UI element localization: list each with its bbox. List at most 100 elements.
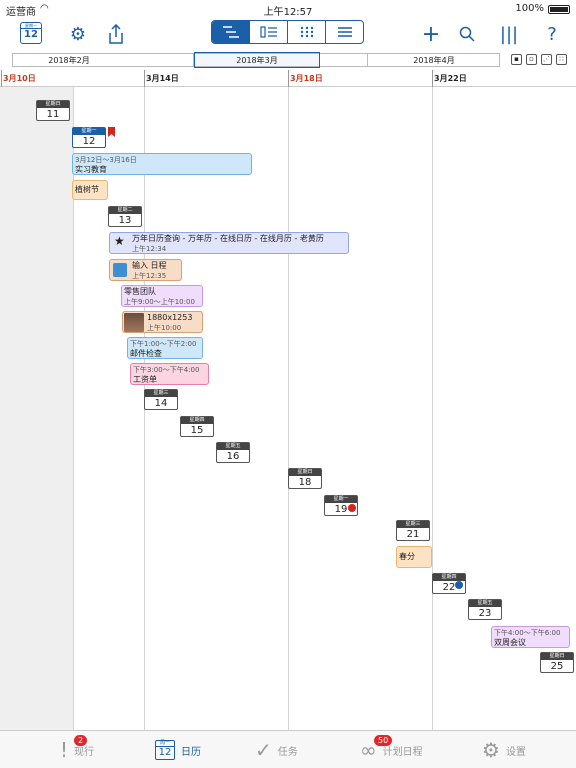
event-date-range: 3月12日～3月16日 [75,156,137,164]
day-number: 18 [298,477,312,488]
day-number: 23 [478,608,492,619]
day-number: 11 [46,109,60,120]
month-feb[interactable]: 2018年2月 [13,55,125,66]
today-button[interactable]: 星期一 12 [20,22,42,44]
event-payroll[interactable]: 下午3:00～下午4:00 工资单 [130,363,209,385]
event-title: 工资单 [133,375,157,384]
calendar-icon: 周一 12 [155,740,175,760]
photo-thumbnail [124,313,144,332]
tab-label: 设置 [505,746,526,758]
day-number: 15 [190,425,204,436]
detail-view-icon[interactable] [250,21,288,43]
event-time: 上午12:35 [132,272,167,280]
day-marker-18[interactable]: 星期日 18 [288,468,322,489]
event-biweekly-meeting[interactable]: 下午4:00～下午6:00 双周会议 [491,626,570,648]
event-time: 上午12:34 [132,245,167,253]
event-internship[interactable]: 3月12日～3月16日 实习教育 [72,153,252,175]
ruler-tick [1,70,2,87]
day-number: 14 [154,398,168,409]
ruler-tick [288,70,289,87]
day-marker-12[interactable]: 星期一 12 [72,127,106,148]
ruler-tick [144,70,145,87]
add-button[interactable]: + [420,22,442,47]
current-badge: 2 [74,735,88,746]
battery-percent: 100% [515,3,544,14]
zoom-1-icon[interactable]: ▪ [511,54,522,65]
event-title: 输入 日程 [132,261,167,270]
event-spring-equinox[interactable]: 春分 [396,546,432,568]
event-retail-team[interactable]: 零售团队 上午9:00～上午10:00 [121,285,203,307]
event-time: 下午4:00～下午6:00 [494,629,561,637]
ruler-label-mar18: 3月18日 [290,74,323,83]
exclamation-icon: ! [60,738,69,762]
event-input-schedule[interactable]: 输入 日程 上午12:35 [109,259,182,281]
event-time: 上午9:00～上午10:00 [124,298,195,306]
share-icon[interactable] [106,22,126,46]
tab-plans[interactable]: ∞ 50 计划日程 [360,735,423,762]
star-icon: ★ [114,234,125,248]
tab-settings[interactable]: ⚙ 设置 [482,738,526,762]
gear-icon[interactable]: ⚙ [68,22,88,46]
day-weekday: 星期一 [73,128,105,135]
day-number: 12 [82,136,96,147]
ruler-label-mar22: 3月22日 [434,74,467,83]
day-weekday: 星期五 [217,443,249,450]
grid-line [432,87,433,730]
event-time: 下午1:00～下午2:00 [130,340,197,348]
day-marker-14[interactable]: 星期三 14 [144,389,178,410]
day-weekday: 星期四 [181,417,213,424]
ruler-tick [432,70,433,87]
timeline-view-icon[interactable] [212,21,250,43]
gear-icon: ⚙ [482,738,500,762]
columns-icon[interactable]: ||| [498,22,520,46]
month-apr[interactable]: 2018年4月 [367,55,501,66]
day-marker-15[interactable]: 星期四 15 [180,416,214,437]
event-calendar-query[interactable]: ★ 万年日历查询 - 万年历 - 在线日历 - 在线月历 - 老黄历 上午12:… [109,232,349,254]
tab-label: 日历 [181,746,201,758]
event-title: 春分 [399,552,415,561]
day-number: 25 [550,661,564,672]
day-number: 21 [406,529,420,540]
event-time: 上午10:00 [147,324,182,332]
ruler-label-mar14: 3月14日 [146,74,179,83]
tab-label: 任务 [277,746,298,758]
day-weekday: 星期日 [37,101,69,108]
tab-calendar[interactable]: 周一 12 日历 [155,739,201,761]
event-photo[interactable]: 1880x1253 上午10:00 [122,311,203,333]
event-title: 双周会议 [494,638,526,647]
day-weekday: 星期日 [541,653,573,660]
zoom-4-icon[interactable]: ∷ [556,54,567,65]
month-mar[interactable]: 2018年3月 [194,55,320,66]
day-marker-25[interactable]: 星期日 25 [540,652,574,673]
zoom-2-icon[interactable]: ▫ [526,54,537,65]
help-button[interactable]: ? [542,22,562,46]
day-marker-11[interactable]: 星期日 11 [36,100,70,121]
event-time: 下午3:00～下午4:00 [133,366,200,374]
day-marker-23[interactable]: 星期五 23 [468,599,502,620]
day-weekday: 星期五 [469,600,501,607]
month-navigator[interactable]: 2018年2月 2018年3月 2018年4月 [12,52,501,68]
timeline-grid[interactable]: 星期日 11 星期一 12 3月12日～3月16日 实习教育 植树节 星期二 1… [0,87,576,730]
checkmark-icon: ✓ [255,738,272,762]
grid-line [288,87,289,730]
event-arbor-day[interactable]: 植树节 [72,180,108,200]
event-title: 邮件检查 [130,349,162,358]
day-weekday: 星期二 [109,207,141,214]
day-marker-21[interactable]: 星期三 21 [396,520,430,541]
view-mode-segmented [211,20,364,44]
search-icon[interactable] [456,22,478,46]
past-shade [0,87,73,730]
event-dot-blue [455,581,463,589]
list-view-icon[interactable] [326,21,363,43]
grid-view-icon[interactable] [288,21,326,43]
tab-current[interactable]: ! 2 现行 [60,735,94,762]
day-number: 16 [226,451,240,462]
day-marker-16[interactable]: 星期五 16 [216,442,250,463]
day-number: 13 [118,215,132,226]
tab-bar: ! 2 现行 周一 12 日历 ✓ 任务 ∞ 50 计划日程 ⚙ 设置 [0,730,576,768]
tab-tasks[interactable]: ✓ 任务 [255,738,298,762]
zoom-3-icon[interactable]: ⋰ [541,54,552,65]
event-mail-check[interactable]: 下午1:00～下午2:00 邮件检查 [127,337,203,359]
day-marker-13[interactable]: 星期二 13 [108,206,142,227]
event-title: 1880x1253 [147,313,193,322]
